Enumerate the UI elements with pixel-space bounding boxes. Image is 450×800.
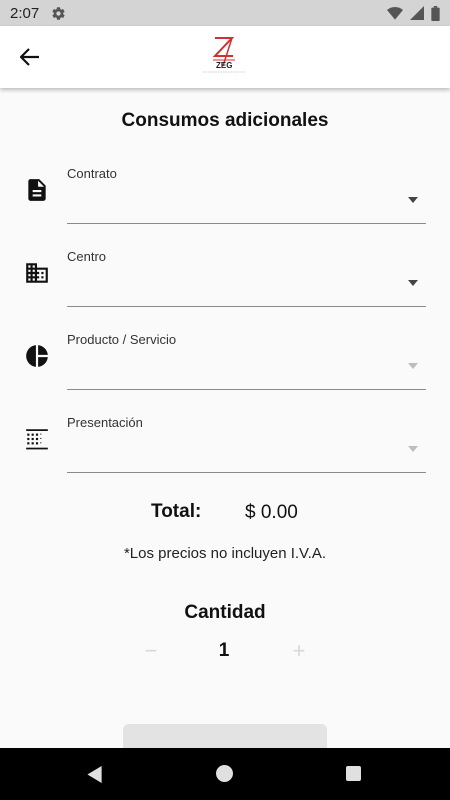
- page-title: Consumos adicionales: [121, 110, 329, 131]
- centro-dropdown[interactable]: Centro: [67, 249, 426, 307]
- signal-icon: [410, 6, 424, 20]
- nav-recents-icon[interactable]: [346, 766, 361, 781]
- submit-button[interactable]: [123, 724, 327, 748]
- presentacion-label: Presentación: [67, 415, 143, 430]
- chevron-down-icon: [408, 280, 418, 286]
- system-nav-bar: [0, 748, 450, 800]
- chevron-down-icon: [408, 197, 418, 203]
- quantity-increment-button[interactable]: +: [288, 639, 310, 663]
- quantity-title: Cantidad: [184, 602, 266, 623]
- wifi-icon: [387, 7, 403, 20]
- nav-home-icon[interactable]: [216, 765, 233, 782]
- field-row-contrato: Contrato: [0, 166, 450, 226]
- nav-back-icon[interactable]: [87, 766, 103, 783]
- field-row-presentacion: Presentación: [0, 415, 450, 475]
- company-logo: ZEG: [203, 37, 245, 73]
- battery-icon: [431, 5, 440, 21]
- producto-servicio-label: Producto / Servicio: [67, 332, 177, 347]
- contrato-label: Contrato: [67, 166, 117, 181]
- status-bar: 2:07: [0, 0, 450, 26]
- contrato-dropdown[interactable]: Contrato: [67, 166, 426, 224]
- status-time: 2:07: [10, 4, 40, 22]
- quantity-value: 1: [218, 640, 230, 661]
- field-row-producto: Producto / Servicio: [0, 332, 450, 392]
- centro-label: Centro: [67, 249, 107, 264]
- quantity-decrement-button[interactable]: −: [140, 639, 162, 663]
- dots-grid-icon: [26, 429, 48, 450]
- building-icon: [26, 263, 48, 283]
- chevron-down-icon: [408, 446, 418, 452]
- back-button[interactable]: [14, 43, 46, 71]
- price-note: *Los precios no incluyen I.V.A.: [123, 545, 327, 562]
- gear-icon: [52, 6, 65, 20]
- chevron-down-icon: [408, 363, 418, 369]
- arrow-left-icon: [20, 48, 39, 66]
- document-icon: [28, 179, 46, 201]
- field-row-centro: Centro: [0, 249, 450, 309]
- presentacion-dropdown[interactable]: Presentación: [67, 415, 426, 473]
- pie-chart-icon: [26, 345, 48, 367]
- app-bar: ZEG: [0, 26, 450, 88]
- logo-text: ZEG: [216, 61, 232, 70]
- total-label: Total:: [151, 501, 202, 522]
- total-value: $ 0.00: [245, 502, 298, 523]
- producto-servicio-dropdown[interactable]: Producto / Servicio: [67, 332, 426, 390]
